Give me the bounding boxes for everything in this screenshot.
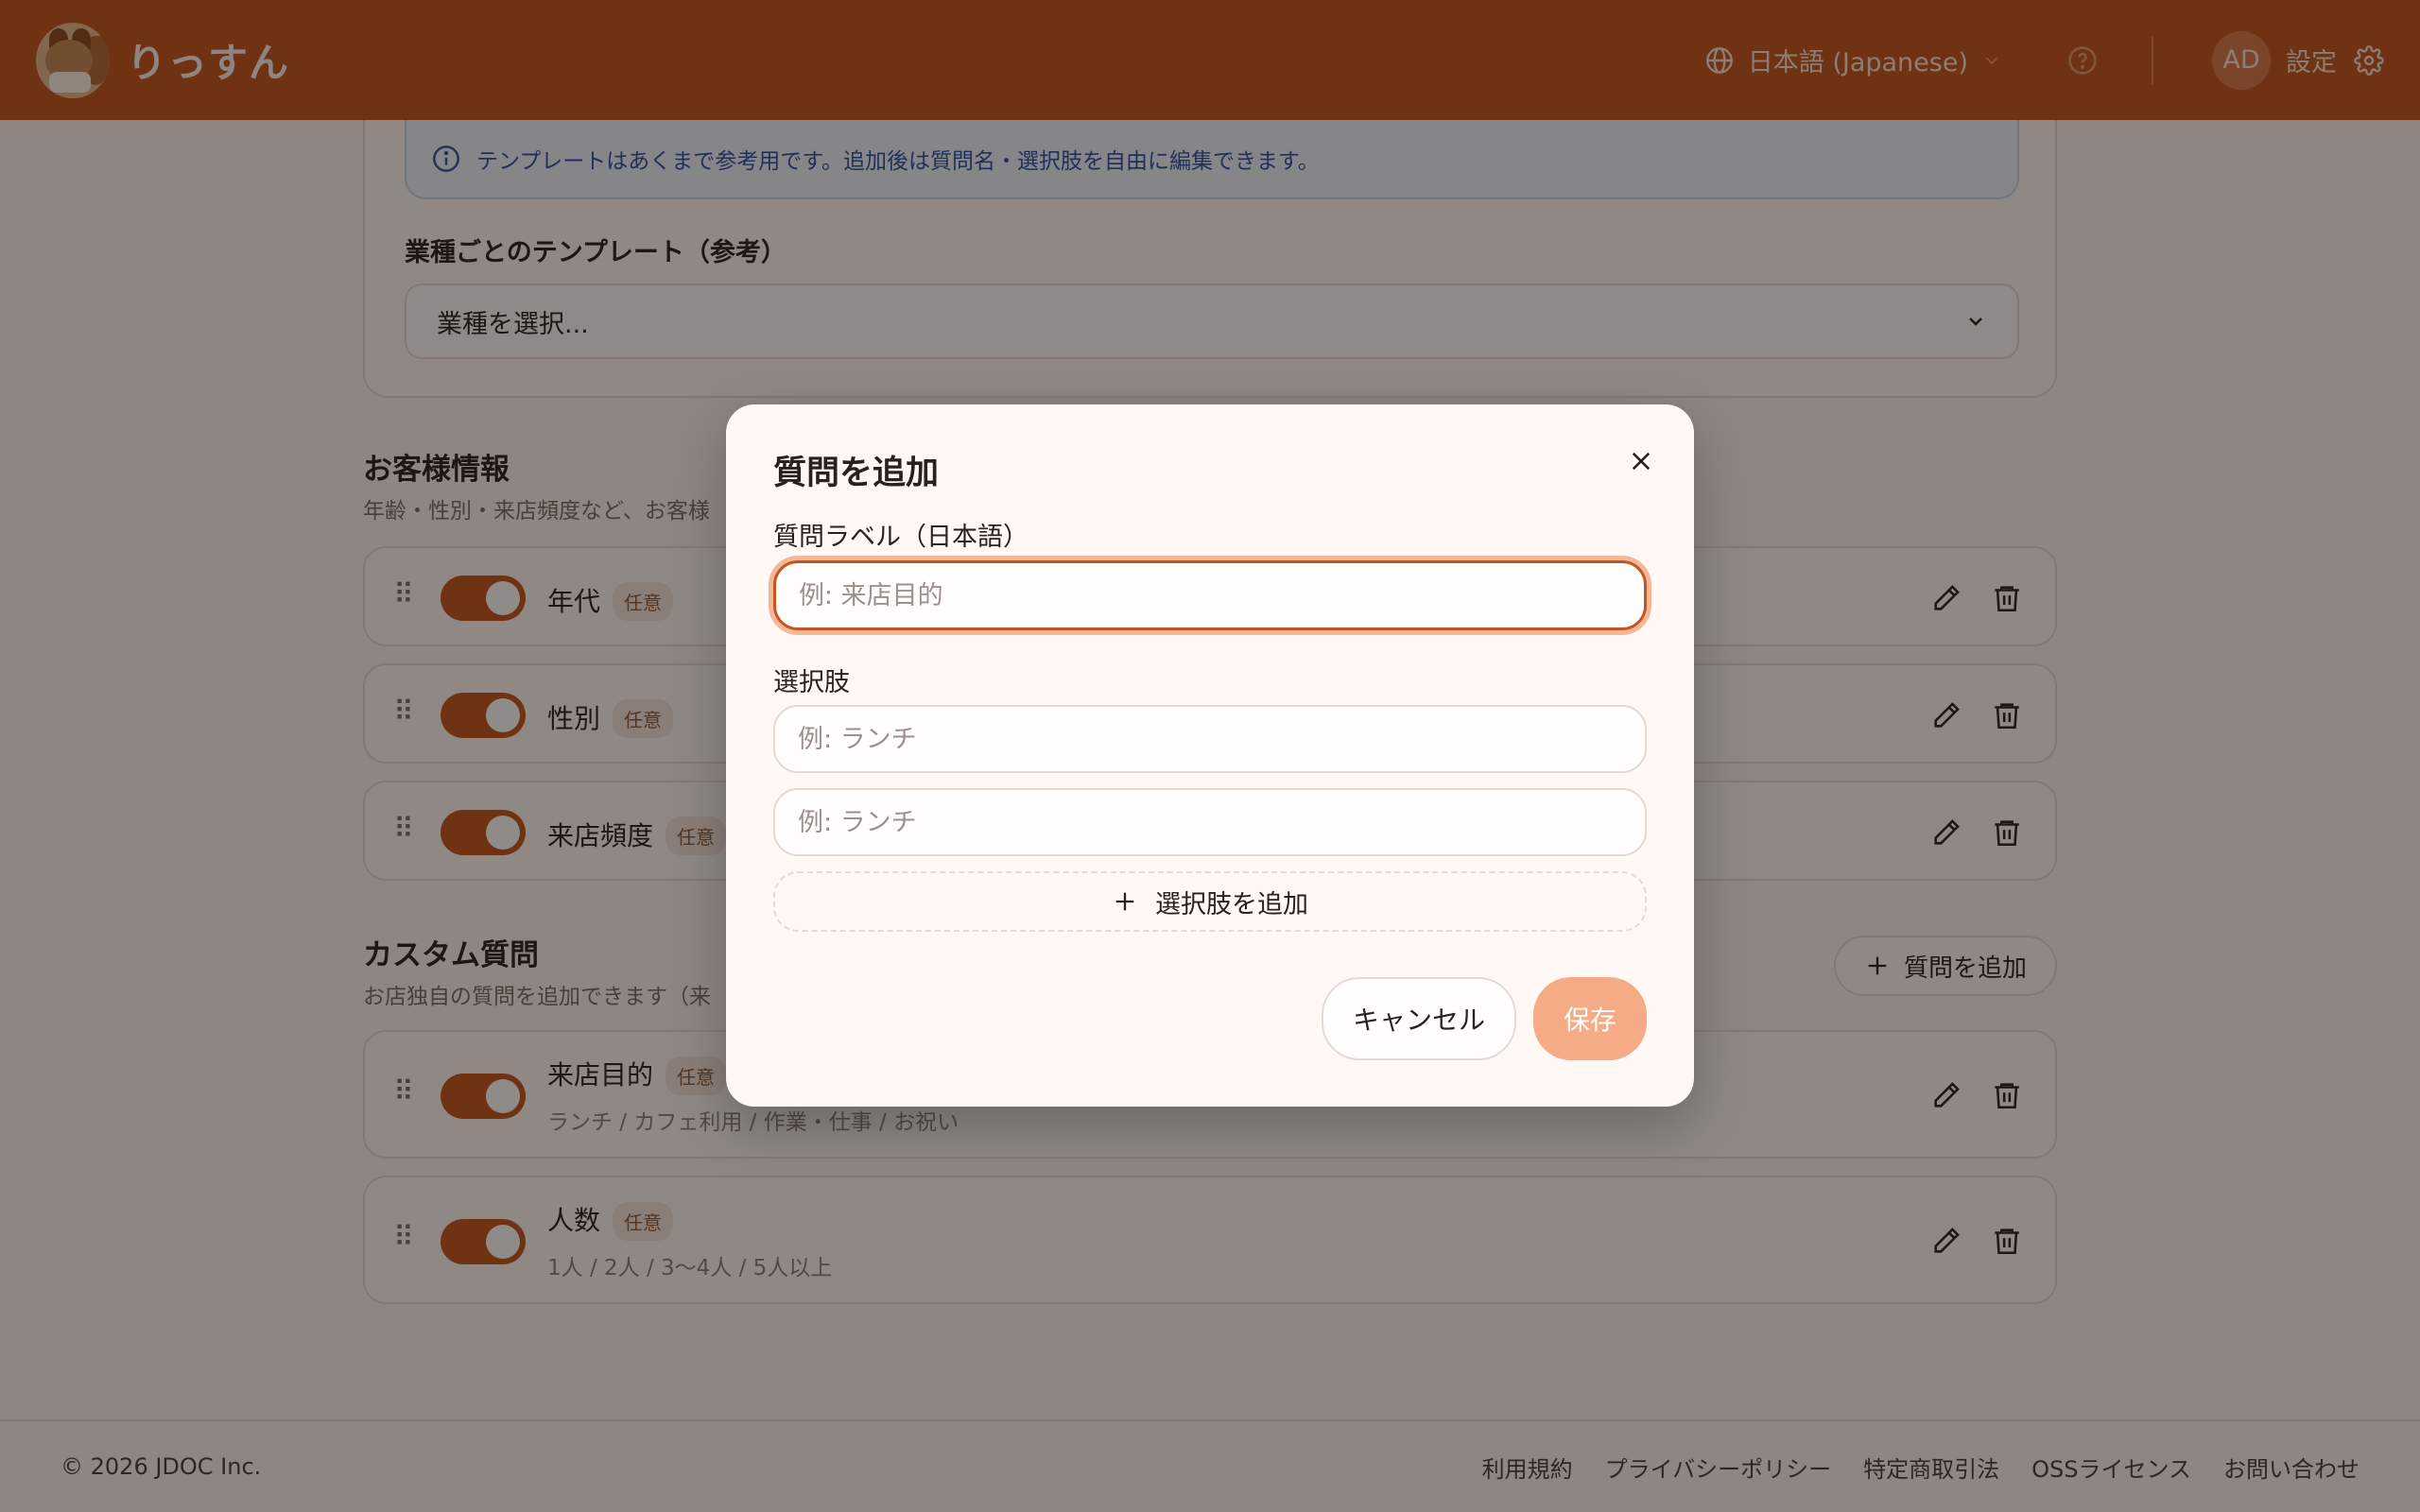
cancel-button[interactable]: キャンセル xyxy=(1322,977,1516,1060)
dialog-title: 質問を追加 xyxy=(773,455,940,492)
option-input-2[interactable] xyxy=(773,788,1647,856)
options-label: 選択肢 xyxy=(773,668,850,697)
save-button[interactable]: 保存 xyxy=(1533,977,1647,1060)
question-label-field-label: 質問ラベル（日本語） xyxy=(773,523,1028,552)
question-label-input[interactable] xyxy=(773,560,1647,630)
plus-icon xyxy=(1112,888,1138,915)
add-option-button[interactable]: 選択肢を追加 xyxy=(773,871,1647,932)
close-icon[interactable] xyxy=(1622,442,1660,480)
add-question-dialog: 質問を追加 質問ラベル（日本語） 選択肢 選択肢を追加 キャンセル 保存 xyxy=(726,404,1694,1107)
option-input-1[interactable] xyxy=(773,705,1647,773)
add-option-label: 選択肢を追加 xyxy=(1155,889,1308,919)
